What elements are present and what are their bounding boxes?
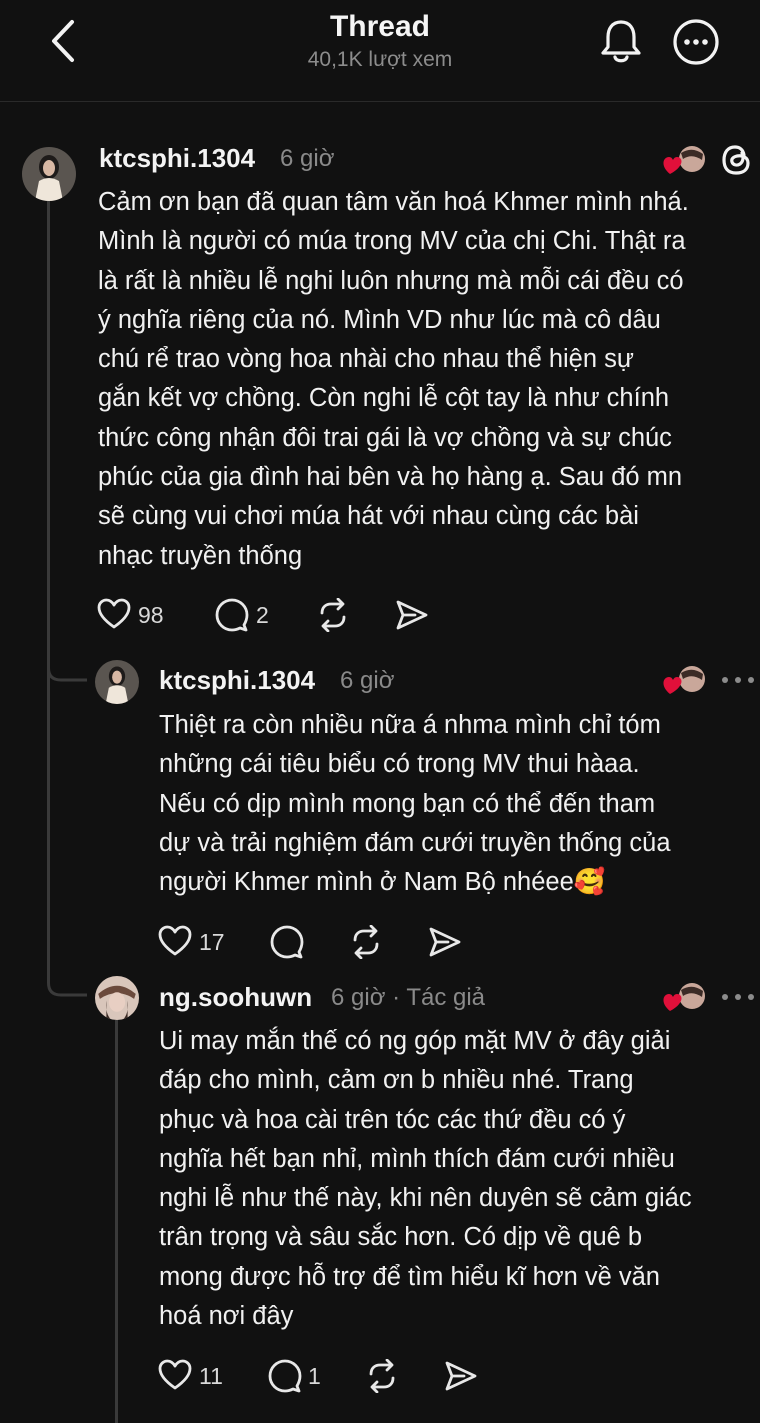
text-line: người Khmer mình ở Nam Bộ nhéee🥰: [159, 868, 606, 897]
text-line: Mình là người có múa trong MV của chị Ch…: [98, 227, 686, 256]
text-line: là rất là nhiều lễ nghi luôn nhưng mà mỗ…: [98, 266, 684, 295]
liked-by-author-icon: [663, 146, 705, 174]
post-text: Cảm ơn bạn đã quan tâm văn hoá Khmer mìn…: [98, 183, 689, 576]
repost-icon[interactable]: [349, 925, 383, 959]
text-line: hoá nơi đây: [159, 1302, 294, 1331]
text-line: nghi lễ như thế này, khi nên duyên sẽ cả…: [159, 1184, 692, 1213]
text-line: nhạc truyền thống: [98, 541, 303, 570]
heart-icon[interactable]: [158, 1359, 192, 1391]
repost-icon[interactable]: [316, 598, 350, 632]
like-count: 98: [138, 602, 164, 628]
more-options-icon[interactable]: [722, 992, 756, 1002]
text-line: đáp cho mình, cảm ơn b nhiều nhé. Trang: [159, 1066, 634, 1095]
reply-icon[interactable]: [270, 925, 304, 959]
text-line: chú rể trao vòng hoa nhài cho nhau thể h…: [98, 345, 634, 374]
share-icon[interactable]: [428, 926, 462, 958]
text-line: Ui may mắn thế có ng góp mặt MV ở đây gi…: [159, 1027, 671, 1055]
share-icon[interactable]: [444, 1360, 478, 1392]
timestamp: 6 giờ · Tác giả: [331, 984, 486, 1011]
page-title: Thread: [329, 10, 431, 43]
post-text: Ui may mắn thế có ng góp mặt MV ở đây gi…: [159, 1022, 692, 1336]
text-line: phúc của gia đình hai bên và họ hàng ạ. …: [98, 463, 683, 492]
more-circle-icon[interactable]: [672, 18, 720, 66]
bell-icon[interactable]: [598, 16, 644, 66]
heart-icon[interactable]: [158, 925, 192, 957]
text-line: nghĩa hết bạn nhỉ, mình thích đám cưới n…: [159, 1144, 675, 1173]
repost-icon[interactable]: [365, 1359, 399, 1393]
text-line: sẽ cùng vui chơi múa hát với nhau cùng c…: [98, 502, 639, 531]
like-count: 17: [199, 929, 225, 955]
reply-icon[interactable]: [215, 598, 249, 632]
thread-header: Thread 40,1K lượt xem: [0, 0, 760, 100]
avatar[interactable]: [95, 660, 139, 704]
share-icon[interactable]: [395, 599, 429, 631]
post-text: Thiệt ra còn nhiều nữa á nhma mình chỉ t…: [159, 706, 671, 902]
avatar[interactable]: [22, 147, 76, 201]
reply-count: 1: [308, 1363, 321, 1389]
reply-icon[interactable]: [268, 1359, 302, 1393]
text-line: thức công nhận đôi trai gái là vợ chồng …: [98, 423, 672, 452]
threads-logo-icon[interactable]: [720, 142, 754, 178]
avatar[interactable]: [95, 976, 139, 1020]
thread-connector: [47, 200, 50, 970]
text-line: gắn kết vợ chồng. Còn nghi lễ cột tay là…: [98, 384, 670, 413]
text-line: Thiệt ra còn nhiều nữa á nhma mình chỉ t…: [159, 711, 661, 739]
thread-connector: [115, 1020, 118, 1423]
text-line: Cảm ơn bạn đã quan tâm văn hoá Khmer mìn…: [98, 188, 689, 216]
liked-by-author-icon: [663, 983, 705, 1011]
more-options-icon[interactable]: [722, 675, 756, 685]
text-line: những cái tiêu biểu có trong MV thui hàa…: [159, 750, 640, 779]
reply-count: 2: [256, 602, 269, 628]
header-divider: [0, 101, 760, 102]
text-line: Nếu có dịp mình mong bạn có thể đến tham: [159, 789, 656, 818]
username[interactable]: ktcsphi.1304: [159, 665, 315, 696]
text-line: mong được hỗ trợ để tìm hiểu kĩ hơn về v…: [159, 1262, 660, 1291]
text-line: phục và hoa cài trên tóc các thứ đều có …: [159, 1105, 626, 1134]
liked-by-author-icon: [663, 666, 705, 694]
username[interactable]: ktcsphi.1304: [99, 143, 255, 174]
text-line: dự và trải nghiệm đám cưới truyền thống …: [159, 828, 671, 857]
thread-connector-curve: [47, 955, 87, 997]
view-count: 40,1K lượt xem: [307, 48, 453, 71]
thread-connector-curve: [47, 640, 87, 682]
like-count: 11: [199, 1363, 223, 1389]
text-line: trân trọng và sâu sắc hơn. Có dịp về quê…: [159, 1223, 643, 1252]
timestamp: 6 giờ: [280, 145, 335, 172]
text-line: ý nghĩa riêng của nó. Mình VD như lúc mà…: [98, 305, 661, 334]
timestamp: 6 giờ: [340, 667, 395, 694]
username[interactable]: ng.soohuwn: [159, 982, 312, 1013]
heart-icon[interactable]: [97, 598, 131, 630]
